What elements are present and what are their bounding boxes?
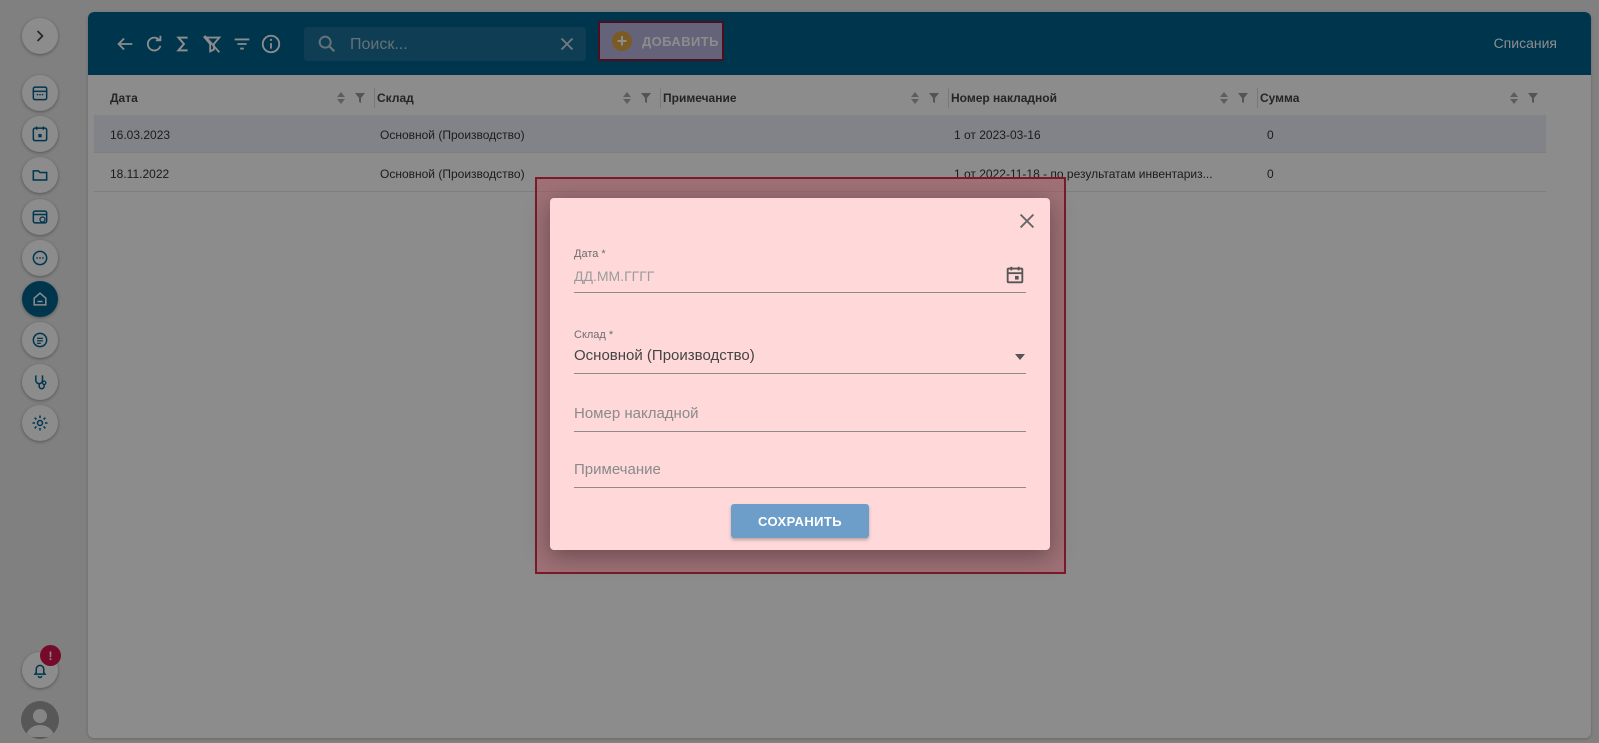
calendar-icon[interactable] bbox=[1004, 264, 1026, 286]
date-underline bbox=[574, 292, 1026, 293]
close-icon[interactable] bbox=[1016, 210, 1038, 232]
invoice-underline bbox=[574, 431, 1026, 432]
warehouse-label: Склад * bbox=[574, 329, 614, 341]
warehouse-underline bbox=[574, 373, 1026, 374]
chevron-down-icon[interactable] bbox=[1014, 353, 1026, 361]
note-field[interactable]: Примечание bbox=[574, 461, 1026, 488]
note-underline bbox=[574, 487, 1026, 488]
date-input[interactable]: ДД.ММ.ГГГГ bbox=[574, 268, 1026, 288]
warehouse-value[interactable]: Основной (Производство) bbox=[574, 347, 1026, 369]
date-label: Дата * bbox=[574, 248, 606, 260]
invoice-input[interactable]: Номер накладной bbox=[574, 405, 1026, 427]
save-button[interactable]: СОХРАНИТЬ bbox=[731, 504, 869, 538]
invoice-field[interactable]: Номер накладной bbox=[574, 405, 1026, 432]
warehouse-select[interactable]: Склад * Основной (Производство) bbox=[574, 329, 1026, 374]
date-field[interactable]: Дата * ДД.ММ.ГГГГ bbox=[574, 248, 1026, 293]
note-input[interactable]: Примечание bbox=[574, 461, 1026, 483]
add-writeoff-dialog: Дата * ДД.ММ.ГГГГ Склад * Основной (Прои… bbox=[550, 198, 1050, 550]
